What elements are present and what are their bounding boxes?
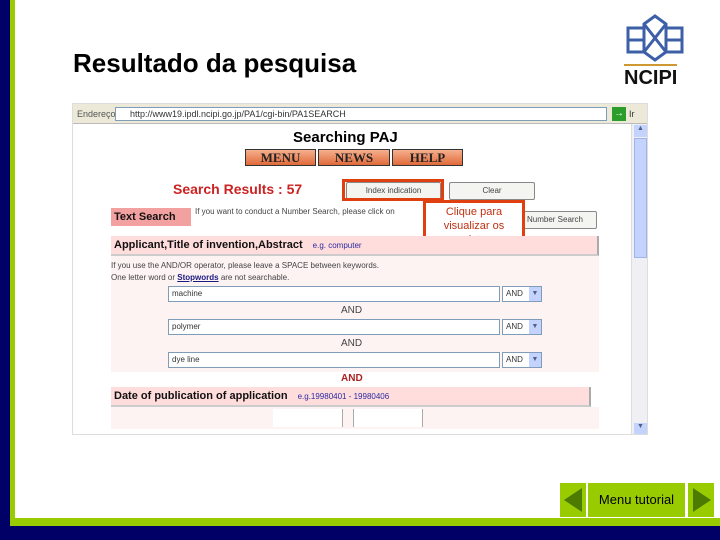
- logo-text: NCIPI: [624, 64, 678, 90]
- date-area: [111, 407, 599, 429]
- ncipi-logo: NCIPI: [622, 12, 688, 90]
- go-label[interactable]: Ir: [629, 109, 635, 119]
- url-input[interactable]: http://www19.ipdl.ncipi.go.jp/PA1/cgi-bi…: [115, 107, 607, 121]
- highlight-box: [342, 179, 444, 201]
- chevron-down-icon[interactable]: ▼: [529, 353, 541, 367]
- section-applicant-title-abstract: Applicant,Title of invention,Abstract e.g…: [111, 236, 599, 256]
- chevron-down-icon[interactable]: ▼: [529, 320, 541, 334]
- bottom-green-bar: [10, 518, 720, 526]
- hint-stopwords: One letter word or Stopwords are not sea…: [111, 273, 290, 282]
- operator-select-3[interactable]: AND ▼: [502, 352, 542, 368]
- bottom-navy-bar: [0, 526, 720, 540]
- scroll-thumb[interactable]: [634, 138, 647, 258]
- chevron-down-icon[interactable]: ▼: [529, 287, 541, 301]
- arrow-right-icon: [693, 488, 711, 512]
- left-green-bar: [10, 0, 15, 526]
- arrow-left-icon: [564, 488, 582, 512]
- date-to-input[interactable]: [353, 409, 423, 427]
- section-example: e.g. computer: [312, 241, 362, 250]
- search-results-count: Search Results : 57: [173, 181, 303, 197]
- address-label: Endereço: [77, 109, 116, 119]
- keyword-input-2[interactable]: polymer: [168, 319, 500, 335]
- number-search-text: If you want to conduct a Number Search, …: [195, 207, 395, 216]
- text-search-label: Text Search: [111, 208, 191, 226]
- scroll-up-icon[interactable]: ▲: [634, 125, 647, 137]
- and-label-2: AND: [341, 338, 363, 349]
- next-slide-button[interactable]: [688, 483, 714, 517]
- stopwords-link[interactable]: Stopwords: [177, 273, 218, 282]
- menu-button[interactable]: MENU: [245, 149, 316, 166]
- keyword-input-1[interactable]: machine: [168, 286, 500, 302]
- section-date-publication: Date of publication of application e.g.19…: [111, 387, 591, 407]
- hint-operator: If you use the AND/OR operator, please l…: [111, 261, 379, 270]
- section-title: Date of publication of application: [114, 390, 288, 402]
- and-label-red: AND: [341, 373, 363, 384]
- menu-tutorial-button[interactable]: Menu tutorial: [588, 483, 685, 517]
- number-search-button[interactable]: Number Search: [513, 211, 597, 229]
- operator-select-2[interactable]: AND ▼: [502, 319, 542, 335]
- left-navy-bar: [0, 0, 10, 540]
- keyword-input-3[interactable]: dye line: [168, 352, 500, 368]
- address-bar: Endereço http://www19.ipdl.ncipi.go.jp/P…: [73, 104, 647, 124]
- slide-title: Resultado da pesquisa: [73, 48, 357, 78]
- go-arrow-icon[interactable]: →: [612, 107, 626, 121]
- browser-screenshot: Endereço http://www19.ipdl.ncipi.go.jp/P…: [72, 103, 648, 435]
- section-example: e.g.19980401 - 19980406: [297, 392, 390, 401]
- operator-select-1[interactable]: AND ▼: [502, 286, 542, 302]
- section-title: Applicant,Title of invention,Abstract: [114, 239, 303, 251]
- news-button[interactable]: NEWS: [318, 149, 390, 166]
- prev-slide-button[interactable]: [560, 483, 586, 517]
- scrollbar[interactable]: ▲ ▼: [631, 124, 647, 434]
- scroll-down-icon[interactable]: ▼: [634, 423, 647, 434]
- and-label-1: AND: [341, 305, 363, 316]
- clear-button[interactable]: Clear: [449, 182, 535, 200]
- page-heading: Searching PAJ: [293, 129, 398, 146]
- date-from-input[interactable]: [273, 409, 343, 427]
- help-button[interactable]: HELP: [392, 149, 463, 166]
